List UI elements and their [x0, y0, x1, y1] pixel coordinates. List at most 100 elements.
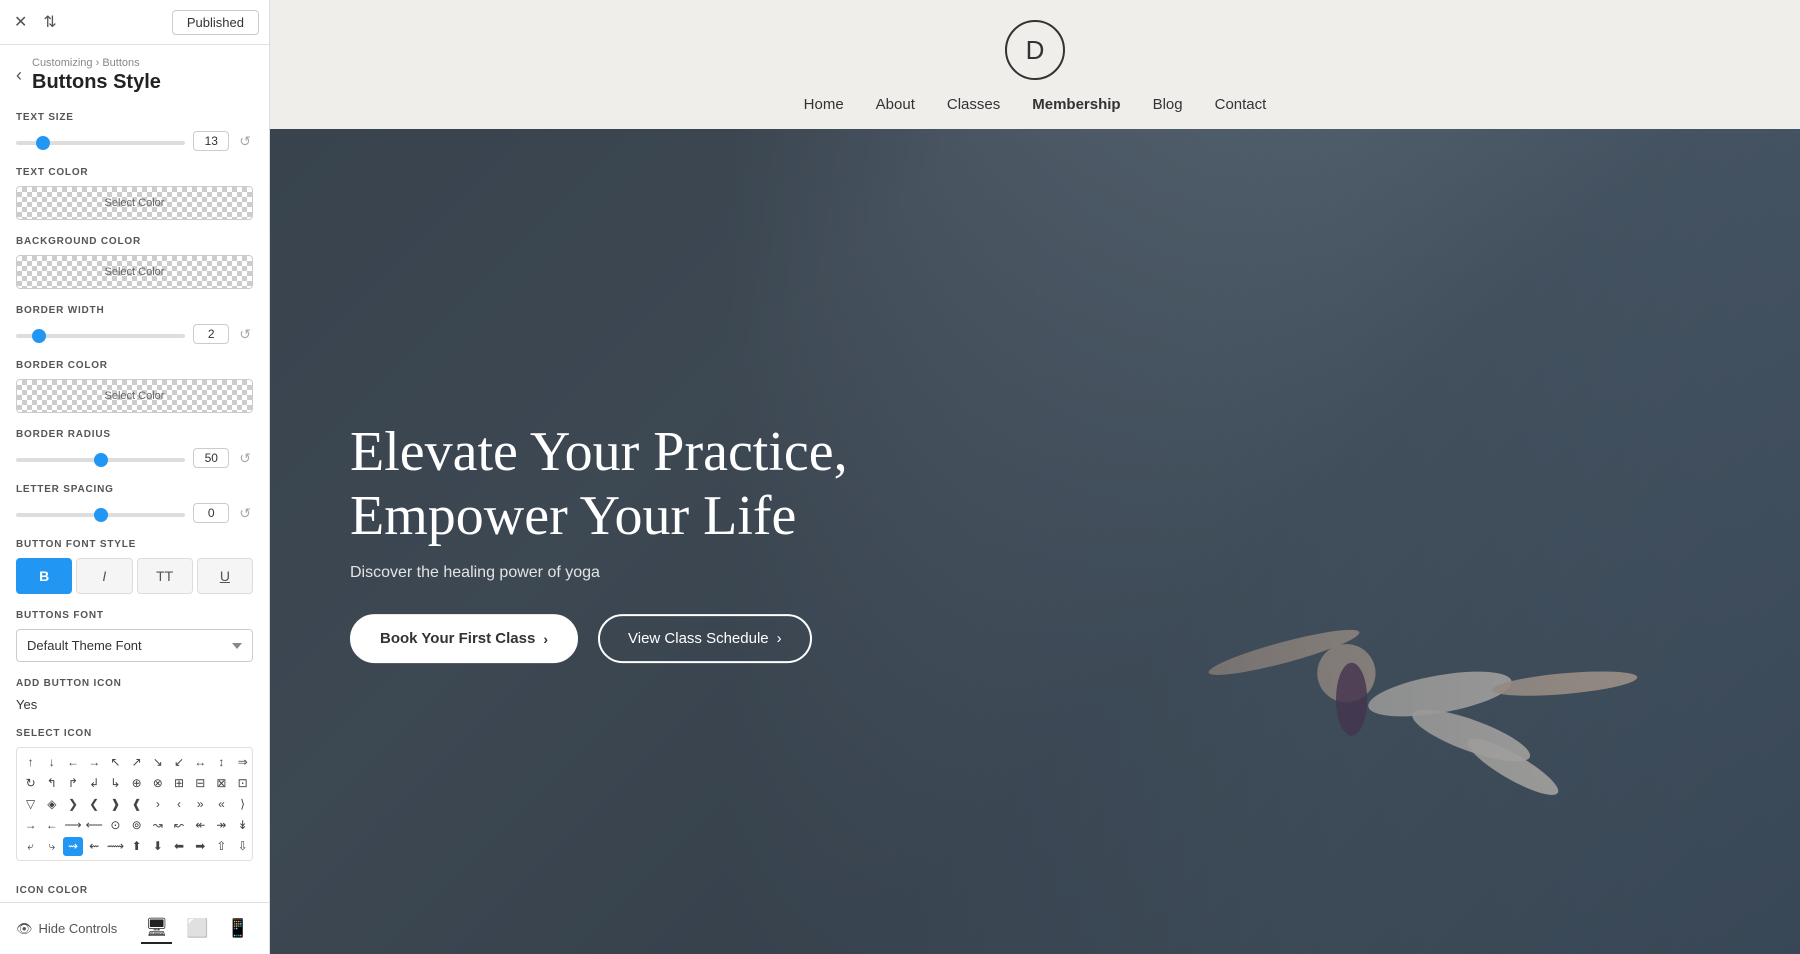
icon-cell[interactable]: ↗ — [127, 752, 146, 771]
add-button-icon-label: ADD BUTTON ICON — [16, 678, 253, 689]
view-class-schedule-button[interactable]: View Class Schedule › — [598, 614, 812, 663]
icon-cell[interactable]: ↳ — [106, 773, 125, 792]
icon-cell[interactable]: ⟩ — [233, 794, 252, 813]
border-radius-value[interactable]: 50 — [193, 448, 229, 468]
border-width-value[interactable]: 2 — [193, 324, 229, 344]
icon-cell[interactable]: ⇩ — [233, 837, 252, 856]
letter-spacing-label: LETTER SPACING — [16, 484, 253, 495]
icon-cell[interactable]: ⬆ — [127, 837, 146, 856]
icon-cell[interactable]: ⊕ — [127, 773, 146, 792]
icon-cell[interactable]: ⇜ — [85, 837, 104, 856]
bottom-bar: 👁 Hide Controls 🖥 ⬜ 📱 — [0, 902, 269, 954]
icon-cell[interactable]: ⇒ — [233, 752, 252, 771]
border-color-swatch[interactable]: Select Color — [16, 379, 253, 413]
icon-cell[interactable]: ↠ — [212, 816, 231, 835]
nav-home[interactable]: Home — [804, 96, 844, 113]
italic-button[interactable]: I — [76, 558, 132, 594]
icon-cell[interactable]: ❯ — [63, 794, 82, 813]
icon-cell[interactable]: ▽ — [21, 794, 40, 813]
icon-cell[interactable]: ⊞ — [169, 773, 188, 792]
icon-cell[interactable]: ↘ — [148, 752, 167, 771]
nav-classes[interactable]: Classes — [947, 96, 1000, 113]
icon-cell[interactable]: ↰ — [42, 773, 61, 792]
icon-cell[interactable]: ⊙ — [106, 816, 125, 835]
hide-controls-button[interactable]: 👁 Hide Controls — [16, 921, 117, 937]
nav-blog[interactable]: Blog — [1153, 96, 1183, 113]
icon-cell[interactable]: ↓ — [42, 752, 61, 771]
back-button[interactable]: ‹ — [16, 63, 28, 88]
icon-cell[interactable]: → — [85, 752, 104, 771]
text-size-slider[interactable] — [16, 141, 185, 145]
icon-cell[interactable]: « — [212, 794, 231, 813]
desktop-device-button[interactable]: 🖥 — [141, 913, 172, 944]
text-size-reset[interactable]: ↺ — [237, 133, 253, 150]
icon-cell[interactable]: ‹ — [169, 794, 188, 813]
reorder-icon[interactable]: ⇅ — [39, 8, 60, 36]
icon-cell[interactable]: ⊠ — [212, 773, 231, 792]
bold-button[interactable]: B — [16, 558, 72, 594]
icon-cell[interactable]: ❰ — [127, 794, 146, 813]
icon-cell[interactable]: » — [191, 794, 210, 813]
icon-cell[interactable]: ⊡ — [233, 773, 252, 792]
icon-cell[interactable]: ⟵ — [85, 816, 104, 835]
icon-cell[interactable]: › — [148, 794, 167, 813]
icon-cell[interactable]: ↲ — [85, 773, 104, 792]
icon-cell[interactable]: ↡ — [233, 816, 252, 835]
book-first-class-button[interactable]: Book Your First Class › — [350, 614, 578, 663]
icon-cell[interactable]: ❮ — [85, 794, 104, 813]
icon-cell[interactable]: ◈ — [42, 794, 61, 813]
icon-cell[interactable]: ⤶ — [21, 837, 40, 856]
border-color-label-inner: Select Color — [105, 390, 165, 402]
website-preview: D Home About Classes Membership Blog Con… — [270, 0, 1800, 954]
breadcrumb-customizing[interactable]: Customizing — [32, 57, 93, 69]
icon-cell[interactable]: ↻ — [21, 773, 40, 792]
nav-contact[interactable]: Contact — [1215, 96, 1267, 113]
icon-cell[interactable]: → — [21, 816, 40, 835]
icon-cell[interactable]: ⊚ — [127, 816, 146, 835]
close-icon[interactable]: ✕ — [10, 8, 31, 36]
icon-cell[interactable]: ← — [42, 816, 61, 835]
icon-cell[interactable]: ↝ — [148, 816, 167, 835]
border-radius-reset[interactable]: ↺ — [237, 450, 253, 467]
icon-cell[interactable]: ⇝ — [63, 837, 82, 856]
icon-cell[interactable]: ↞ — [191, 816, 210, 835]
buttons-font-select[interactable]: Default Theme Font Arial Georgia — [16, 629, 253, 662]
icon-cell[interactable]: ⇧ — [212, 837, 231, 856]
icon-cell[interactable]: ⟶ — [63, 816, 82, 835]
mobile-device-button[interactable]: 📱 — [223, 913, 253, 944]
breadcrumb-buttons[interactable]: Buttons — [96, 57, 140, 69]
icon-cell[interactable]: ❱ — [106, 794, 125, 813]
uppercase-button[interactable]: TT — [137, 558, 193, 594]
icon-cell[interactable]: ⟿ — [106, 837, 125, 856]
nav-about[interactable]: About — [876, 96, 915, 113]
icon-cell[interactable]: ↖ — [106, 752, 125, 771]
icon-cell[interactable]: ↜ — [169, 816, 188, 835]
border-radius-slider[interactable] — [16, 458, 185, 462]
border-width-reset[interactable]: ↺ — [237, 326, 253, 343]
letter-spacing-reset[interactable]: ↺ — [237, 505, 253, 522]
icon-cell[interactable]: ⤷ — [42, 837, 61, 856]
icon-cell[interactable]: ➡ — [191, 837, 210, 856]
text-color-swatch[interactable]: Select Color — [16, 186, 253, 220]
icon-cell[interactable]: ↑ — [21, 752, 40, 771]
icon-cell[interactable]: ↱ — [63, 773, 82, 792]
published-button[interactable]: Published — [172, 10, 259, 35]
tablet-device-button[interactable]: ⬜ — [182, 913, 212, 944]
background-color-swatch[interactable]: Select Color — [16, 255, 253, 289]
icon-cell[interactable]: ⬅ — [169, 837, 188, 856]
icon-cell[interactable]: ↔ — [191, 752, 210, 771]
border-width-slider[interactable] — [16, 334, 185, 338]
icon-cell[interactable]: ⬇ — [148, 837, 167, 856]
text-size-value[interactable]: 13 — [193, 131, 229, 151]
letter-spacing-slider[interactable] — [16, 513, 185, 517]
letter-spacing-value[interactable]: 0 — [193, 503, 229, 523]
nav-membership[interactable]: Membership — [1032, 96, 1120, 113]
add-button-icon-row: Yes — [16, 697, 253, 712]
icon-cell[interactable]: ↕ — [212, 752, 231, 771]
border-color-label: BORDER COLOR — [16, 360, 253, 371]
icon-cell[interactable]: ← — [63, 752, 82, 771]
icon-cell[interactable]: ⊗ — [148, 773, 167, 792]
underline-button[interactable]: U — [197, 558, 253, 594]
icon-cell[interactable]: ↙ — [169, 752, 188, 771]
icon-cell[interactable]: ⊟ — [191, 773, 210, 792]
